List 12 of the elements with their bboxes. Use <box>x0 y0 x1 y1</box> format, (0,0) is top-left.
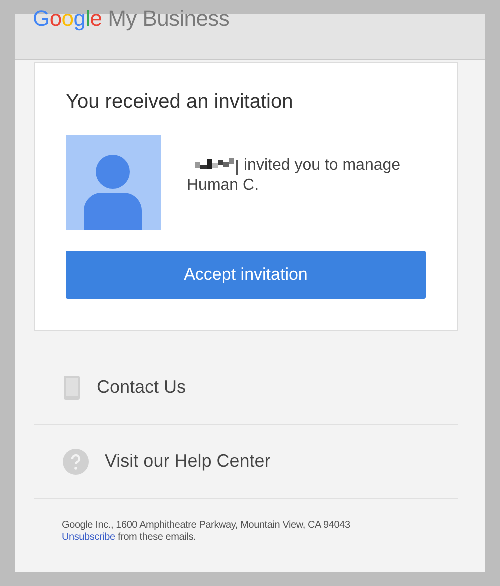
address-text: Google Inc., 1600 Amphitheatre Parkway, Mountain View, CA 94043 <box>62 520 352 532</box>
help-icon <box>63 448 89 474</box>
card-title: You received an invitation <box>66 91 294 114</box>
unsubscribe-text: from these emails. <box>118 532 196 543</box>
footer-link[interactable]: Contact Us <box>97 377 186 398</box>
redacted-name-drawing <box>195 157 240 175</box>
footer-link[interactable]: Visit our Help Center <box>105 451 271 472</box>
accept-invitation-button[interactable]: Accept invitation <box>66 251 426 299</box>
invitation-text: invited you to manage <box>244 157 401 175</box>
unsubscribe-link[interactable]: Unsubscribe <box>62 532 116 543</box>
business-name: Human C. <box>187 177 260 195</box>
phone-icon <box>63 374 81 400</box>
